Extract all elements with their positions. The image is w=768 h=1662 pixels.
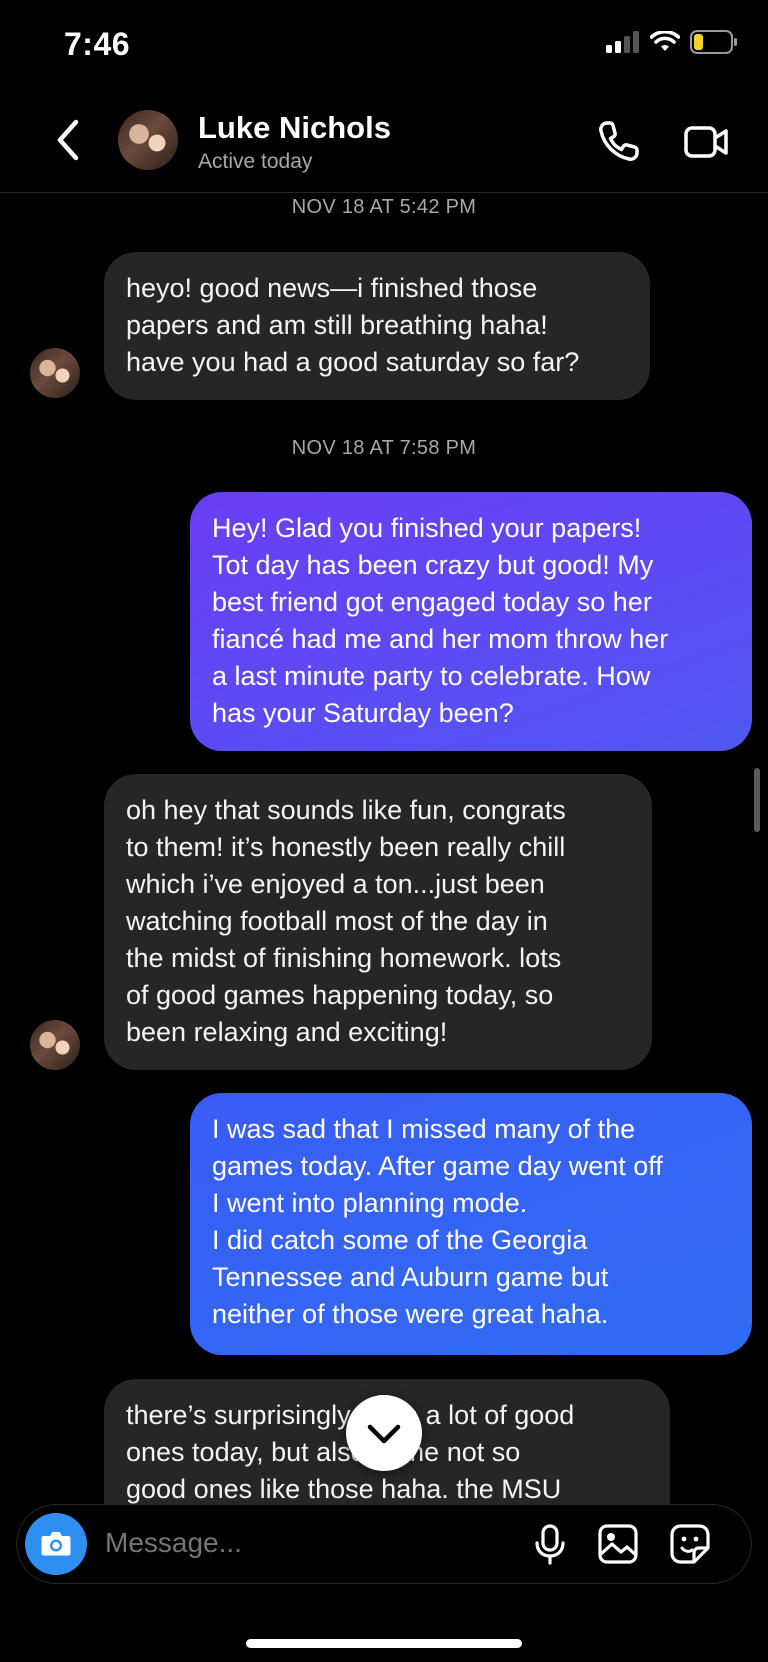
status-time: 7:46 [64, 26, 131, 62]
sender-avatar[interactable] [30, 348, 80, 398]
chat-header: Luke Nichols Active today [0, 100, 768, 193]
wifi-icon [650, 31, 680, 51]
microphone-icon[interactable] [527, 1521, 573, 1567]
message-timestamp: NOV 18 AT 5:42 PM [291, 196, 477, 218]
video-call-icon[interactable] [682, 118, 730, 166]
signal-icon [606, 31, 639, 53]
incoming-message[interactable]: oh hey that sounds like fun, congrats to… [104, 774, 652, 1070]
message-timestamp: NOV 18 AT 7:58 PM [291, 437, 477, 459]
battery-icon [690, 30, 737, 54]
chevron-down-icon [367, 1424, 401, 1444]
sticker-icon[interactable] [667, 1521, 713, 1567]
scroll-to-bottom-button[interactable] [346, 1395, 422, 1471]
incoming-message[interactable]: heyo! good news—i finished those papers … [104, 252, 650, 400]
status-bar: 7:46 [0, 0, 768, 90]
status-icons [606, 30, 738, 54]
sender-avatar[interactable] [30, 1020, 80, 1070]
outgoing-message[interactable]: Hey! Glad you finished your papers! Tot … [190, 492, 752, 751]
gallery-icon[interactable] [595, 1521, 641, 1567]
outgoing-message[interactable]: I was sad that I missed many of the game… [190, 1093, 752, 1355]
message-composer [16, 1504, 752, 1584]
contact-name[interactable]: Luke Nichols [198, 110, 391, 146]
home-indicator[interactable] [246, 1639, 522, 1648]
phone-icon[interactable] [594, 118, 642, 166]
contact-avatar[interactable] [118, 110, 178, 170]
message-input[interactable] [105, 1527, 485, 1559]
back-chevron-icon[interactable] [50, 118, 90, 162]
contact-status: Active today [198, 150, 313, 173]
scrollbar[interactable] [754, 768, 760, 832]
camera-icon [41, 1532, 71, 1556]
camera-button[interactable] [25, 1513, 87, 1575]
